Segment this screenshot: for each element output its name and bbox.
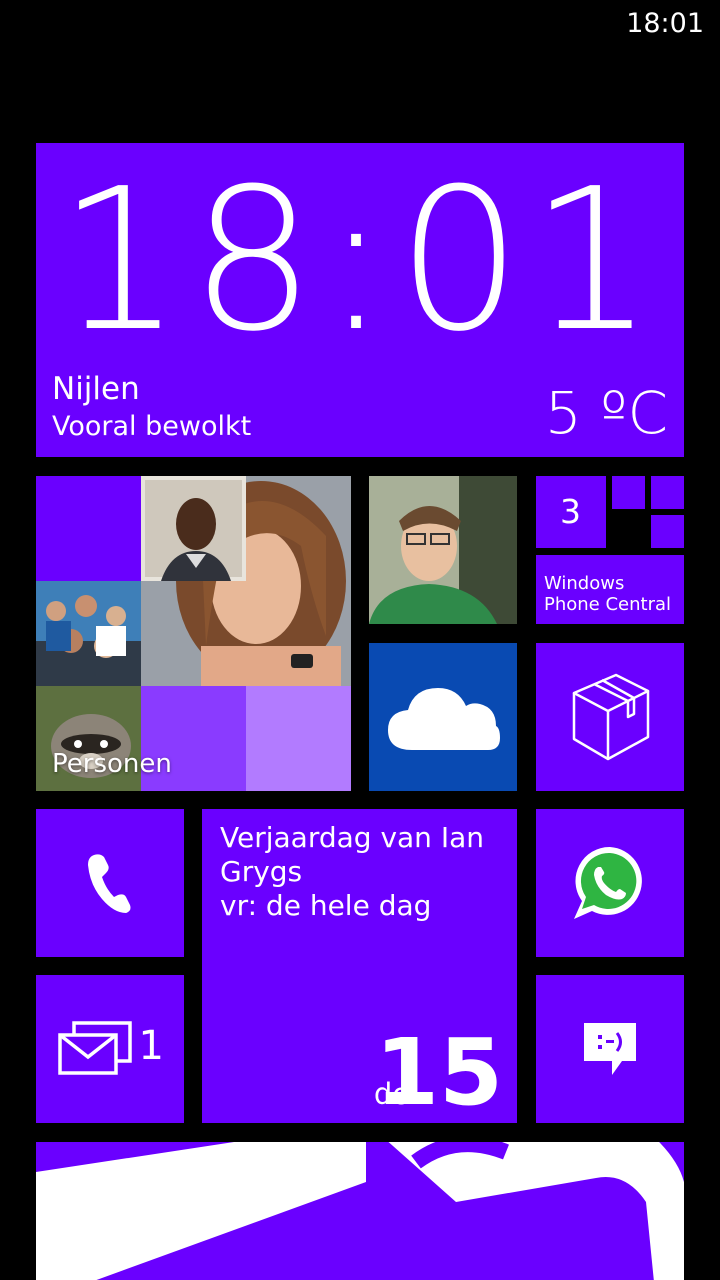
onedrive-cloud-icon [388,688,500,750]
start-screen: 18:01 18:01 Nijlen Vooral bewolkt 5 ºC P… [0,0,720,1280]
wpc-name-block: Windows Phone Central [536,555,684,624]
bottom-tile[interactable] [36,1142,684,1280]
status-time: 18:01 [626,8,704,39]
messaging-icon [584,1023,636,1075]
calendar-event-line2: Grygs [220,855,303,889]
messaging-tile[interactable] [536,975,684,1123]
contact-photo-man [141,476,246,581]
weather-city: Nijlen [52,371,140,407]
package-icon [572,673,650,761]
wpc-block-small-2 [651,476,684,509]
weather-condition: Vooral bewolkt [52,411,252,442]
mail-icon [58,1021,132,1075]
phone-tile[interactable] [36,809,184,957]
wpc-block-small-1 [612,476,645,509]
windows-phone-central-tile[interactable]: 3 Windows Phone Central [536,476,684,624]
store-tile[interactable] [536,643,684,791]
people-tile[interactable]: Personen [36,476,351,791]
wpc-count-block: 3 [536,476,606,548]
calendar-tile[interactable]: Verjaardag van Ian Grygs vr: de hele dag… [202,809,517,1123]
mail-unread-count: 1 [138,1023,164,1069]
people-color-block-2 [246,686,351,791]
wpc-name: Windows Phone Central [544,573,671,616]
whatsapp-tile[interactable] [536,809,684,957]
calendar-event-line1: Verjaardag van Ian [220,821,484,854]
bottom-tile-graphic [36,1142,684,1280]
contact-photo-young-man [369,476,517,624]
onedrive-tile[interactable] [369,643,517,791]
calendar-event-line3: vr: de hele dag [220,889,432,923]
mail-tile[interactable]: 1 [36,975,184,1123]
people-label: Personen [52,749,172,779]
wpc-name-line1: Windows [544,572,625,594]
weather-temperature: 5 ºC [544,379,668,447]
calendar-day-number: 15 [374,1019,503,1123]
photo-contact-tile[interactable] [369,476,517,624]
phone-icon [88,854,131,913]
wpc-count: 3 [560,492,581,531]
whatsapp-icon [574,846,642,919]
clock-display: 18:01 [57,147,663,375]
wpc-name-line2: Phone Central [544,594,672,616]
weather-clock-tile[interactable]: 18:01 Nijlen Vooral bewolkt 5 ºC [36,143,684,457]
calendar-event: Verjaardag van Ian Grygs vr: de hele dag [220,821,484,923]
contact-photo-crowd [36,581,141,686]
wpc-block-small-3 [651,515,684,548]
